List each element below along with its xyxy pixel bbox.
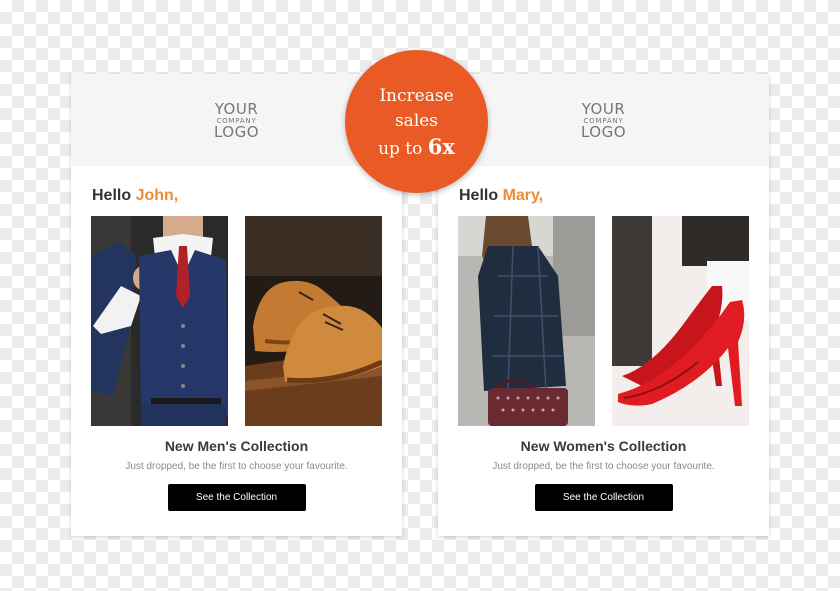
greeting: Hello John, xyxy=(92,187,178,205)
collection-title: New Women's Collection xyxy=(520,438,687,454)
company-logo: YOUR COMPANY LOGO xyxy=(214,102,259,140)
logo-line-3: LOGO xyxy=(213,123,260,141)
collection-subtitle: Just dropped, be the first to choose you… xyxy=(492,461,715,472)
badge-line-3: up to 6x xyxy=(345,134,488,162)
logo-line-3: LOGO xyxy=(580,123,627,141)
increase-sales-badge: Increase sales up to 6x xyxy=(345,50,488,193)
shoes-illustration xyxy=(245,216,382,426)
see-collection-button[interactable]: See the Collection xyxy=(167,484,306,511)
coat-illustration xyxy=(458,216,595,426)
company-logo: YOUR COMPANY LOGO xyxy=(581,102,626,140)
suit-illustration xyxy=(91,216,228,426)
collection-title: New Men's Collection xyxy=(164,438,309,454)
badge-line-1: Increase xyxy=(379,86,454,106)
product-image-suit xyxy=(91,216,228,426)
badge-multiplier: 6x xyxy=(427,134,455,159)
greeting-name: John, xyxy=(135,187,179,204)
product-image-heels xyxy=(612,216,749,426)
greeting-hello: Hello xyxy=(459,187,499,204)
logo-line-1: YOUR xyxy=(214,100,259,118)
product-image-shoes xyxy=(245,216,382,426)
heels-illustration xyxy=(612,216,749,426)
collection-subtitle: Just dropped, be the first to choose you… xyxy=(125,461,348,472)
see-collection-button[interactable]: See the Collection xyxy=(534,484,673,511)
product-image-coat xyxy=(458,216,595,426)
badge-line-2: sales xyxy=(394,111,439,131)
badge-line-3-prefix: up to xyxy=(378,139,423,159)
greeting: Hello Mary, xyxy=(459,187,543,205)
logo-line-1: YOUR xyxy=(581,100,626,118)
greeting-name: Mary, xyxy=(502,187,544,204)
greeting-hello: Hello xyxy=(92,187,132,204)
